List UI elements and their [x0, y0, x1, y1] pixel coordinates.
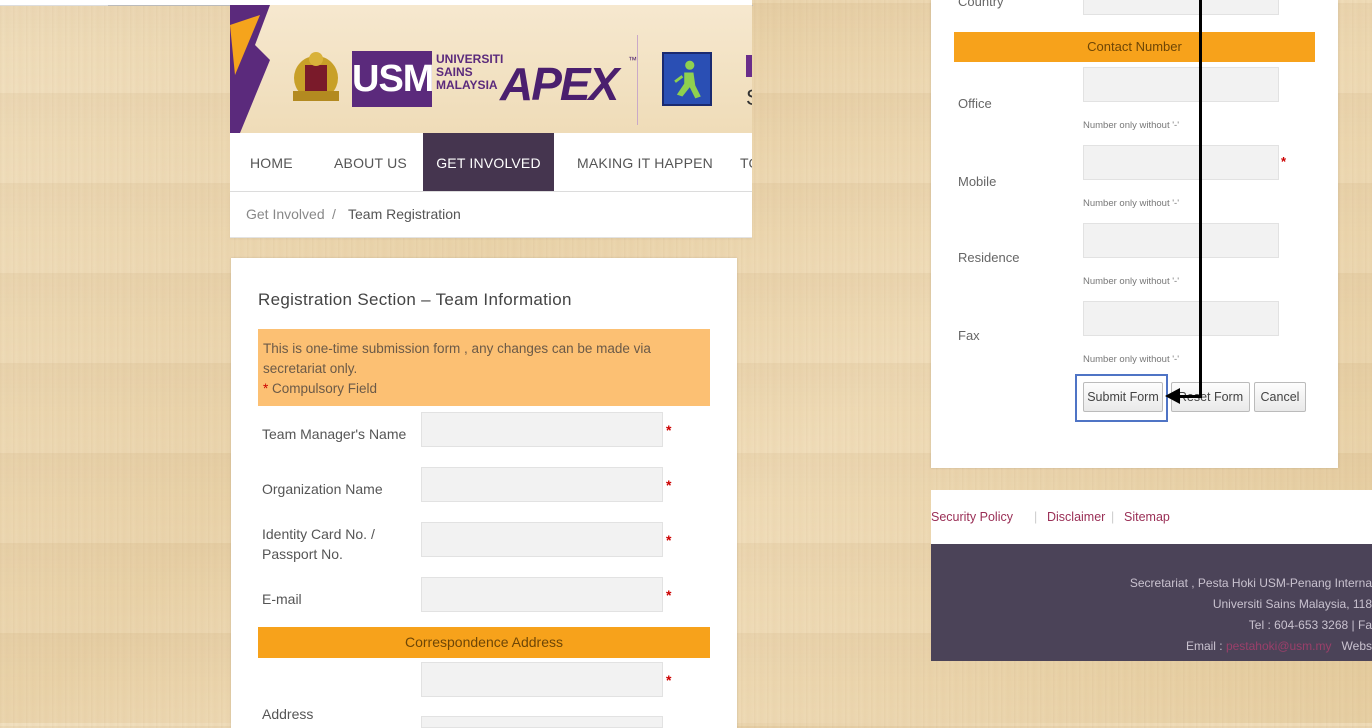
residence-label: Residence — [958, 250, 1020, 265]
annotation-arrow-line — [1199, 0, 1202, 396]
nav-home[interactable]: HOME — [250, 133, 293, 191]
office-hint: Number only without '-' — [1083, 120, 1180, 131]
email-input[interactable] — [421, 577, 663, 612]
fax-label: Fax — [958, 328, 980, 343]
team-manager-input[interactable] — [421, 412, 663, 447]
usm-crest-logo — [293, 52, 339, 101]
organization-label: Organization Name — [262, 481, 383, 497]
compulsory-note: * Compulsory Field — [263, 381, 377, 396]
nav-about-us[interactable]: ABOUT US — [334, 133, 407, 191]
mobile-label: Mobile — [958, 174, 997, 189]
identity-card-input[interactable] — [421, 522, 663, 557]
breadcrumb-parent[interactable]: Get Involved — [246, 206, 325, 222]
required-star: * — [666, 422, 672, 438]
required-star: * — [1281, 154, 1287, 169]
mobile-input[interactable] — [1083, 145, 1279, 180]
contact-number-header: Contact Number — [954, 32, 1315, 62]
required-star: * — [666, 672, 672, 688]
apex-logo: APEX — [500, 58, 619, 110]
usm-wordmark: USM — [352, 51, 434, 107]
registration-form-panel: Registration Section – Team Information … — [231, 258, 737, 728]
footer-email-line: Email : pestahoki@usm.my Webs — [1186, 639, 1372, 653]
breadcrumb: Get Involved / Team Registration — [230, 192, 752, 238]
site-header-banner: USM UNIVERSITI SAINS MALAYSIA APEX ™ S — [230, 5, 752, 133]
footer-links-bar: Security Policy | Disclaimer | Sitemap — [931, 490, 1372, 544]
email-label: Email : — [1185, 639, 1226, 653]
mobile-hint: Number only without '-' — [1083, 198, 1180, 209]
required-star: * — [666, 587, 672, 603]
office-input[interactable] — [1083, 67, 1279, 102]
form-notice: This is one-time submission form , any c… — [258, 329, 710, 406]
country-input[interactable] — [1083, 0, 1279, 15]
nav-clipped-item[interactable]: TO — [740, 133, 752, 191]
identity-card-label: Identity Card No. / Passport No. — [262, 526, 375, 562]
header-clipped-text: S — [746, 85, 752, 111]
address-label: Address — [262, 706, 314, 722]
sitemap-link[interactable]: Sitemap — [1124, 510, 1170, 524]
security-policy-link[interactable]: Security Policy — [931, 510, 1013, 524]
address-input[interactable] — [421, 662, 663, 697]
site-footer: Secretariat , Pesta Hoki USM-Penang Inte… — [931, 544, 1372, 661]
footer-link-separator: | — [1034, 510, 1038, 524]
cancel-button[interactable]: Cancel — [1254, 382, 1306, 412]
hockey-player-icon — [662, 52, 712, 106]
annotation-arrow-head — [1165, 388, 1180, 404]
required-star: * — [666, 532, 672, 548]
purple-decor-shape — [230, 5, 270, 133]
university-name-text: UNIVERSITI SAINS MALAYSIA — [436, 52, 504, 92]
section-title: Registration Section – Team Information — [258, 290, 572, 309]
footer-university: Universiti Sains Malaysia, 118 — [1212, 597, 1372, 611]
country-label: Country — [958, 0, 1004, 9]
residence-hint: Number only without '-' — [1083, 276, 1180, 287]
nav-get-involved[interactable]: GET INVOLVED — [423, 133, 554, 191]
organization-input[interactable] — [421, 467, 663, 502]
address-input-2[interactable] — [421, 716, 663, 728]
main-nav: HOME ABOUT US GET INVOLVED MAKING IT HAP… — [230, 133, 752, 192]
header-divider — [637, 35, 638, 125]
required-marker: * — [263, 381, 269, 396]
email-label: E-mail — [262, 591, 302, 607]
breadcrumb-current: Team Registration — [348, 206, 461, 222]
apex-trademark: ™ — [628, 55, 637, 65]
fax-hint: Number only without '-' — [1083, 354, 1180, 365]
correspondence-header: Correspondence Address — [258, 627, 710, 658]
office-label: Office — [958, 96, 992, 111]
footer-tel: Tel : 604-653 3268 | Fa — [1248, 618, 1372, 632]
email-link[interactable]: pestahoki@usm.my — [1226, 639, 1332, 653]
required-star: * — [666, 477, 672, 493]
team-manager-label: Team Manager's Name — [262, 426, 407, 442]
website-label: Webs — [1341, 639, 1372, 653]
submit-highlight-box — [1075, 374, 1168, 422]
residence-input[interactable] — [1083, 223, 1279, 258]
header-clipped-logo — [746, 55, 752, 77]
annotation-arrow-line — [1180, 395, 1202, 398]
nav-making-it-happen[interactable]: MAKING IT HAPPEN — [577, 133, 713, 191]
notice-line-2: secretariat only. — [263, 361, 358, 376]
footer-link-separator: | — [1111, 510, 1115, 524]
compulsory-label: Compulsory Field — [272, 381, 378, 396]
disclaimer-link[interactable]: Disclaimer — [1047, 510, 1105, 524]
fax-input[interactable] — [1083, 301, 1279, 336]
footer-secretariat: Secretariat , Pesta Hoki USM-Penang Inte… — [1129, 576, 1372, 590]
breadcrumb-separator: / — [332, 206, 336, 222]
notice-line-1: This is one-time submission form , any c… — [263, 341, 651, 356]
